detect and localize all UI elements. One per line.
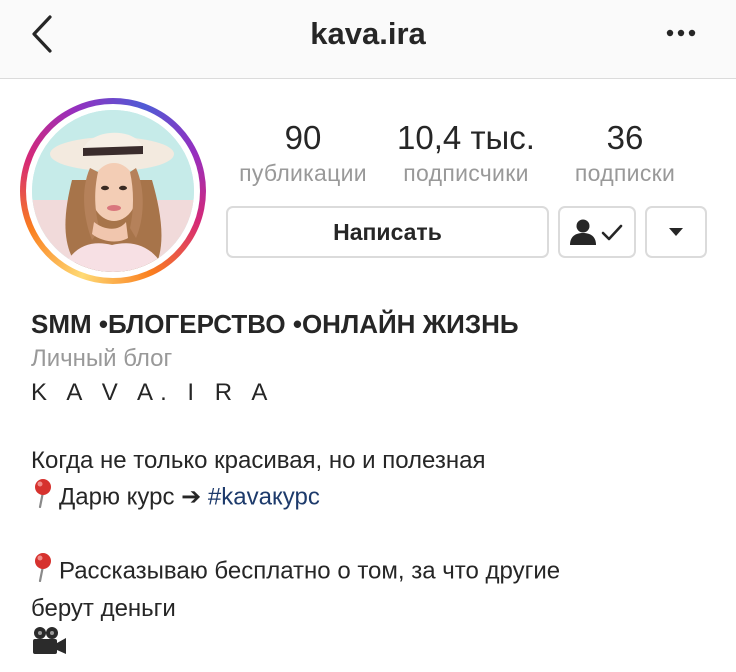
bio-line-3: Рассказываю бесплатно о том, за что друг… (31, 552, 721, 592)
profile-category: Личный блог (31, 345, 173, 372)
bio-line-4: берут деньги (31, 595, 176, 622)
bio-line-3-text: Рассказываю бесплатно о том, за что друг… (59, 557, 561, 585)
avatar[interactable] (32, 110, 194, 272)
posts-stat[interactable]: 90 публикации (228, 118, 378, 188)
message-button[interactable]: Написать (226, 206, 549, 258)
bio-brand: K A V A. I R A (31, 379, 275, 406)
bio-line-5 (31, 626, 721, 668)
pushpin-icon (31, 478, 55, 518)
followers-label: подписчики (403, 160, 529, 186)
triangle-down-icon (669, 228, 683, 236)
more-options-button[interactable] (664, 18, 698, 48)
avatar-ring-gap (26, 104, 200, 278)
followers-stat[interactable]: 10,4 тыс. подписчики (386, 118, 546, 188)
bio-line-1: Когда не только красивая, но и полезная (31, 447, 486, 474)
top-bar: kava.ira (0, 0, 736, 79)
following-stat[interactable]: 36 подписки (560, 118, 690, 188)
hashtag-link[interactable]: #kavaкурс (208, 483, 320, 510)
arrow-glyph: ➔ (181, 483, 202, 511)
profile-avatar (32, 110, 194, 272)
posts-count: 90 (284, 119, 322, 156)
following-label: подписки (574, 160, 676, 186)
person-check-icon (570, 219, 623, 245)
more-dots-icon (666, 29, 696, 37)
bio-line-2: Дарю курс ➔ #kavaкурс (31, 478, 721, 518)
followers-count: 10,4 тыс. (397, 119, 535, 156)
following-count: 36 (606, 119, 644, 156)
posts-label: публикации (239, 160, 367, 186)
movie-camera-icon (31, 626, 67, 668)
bio-section: SMM •БЛОГЕРСТВО •ОНЛАЙН ЖИЗНЬ Личный бло… (31, 306, 721, 668)
suggestions-dropdown-button[interactable] (645, 206, 707, 258)
page-title: kava.ira (310, 16, 426, 51)
following-button[interactable] (558, 206, 636, 258)
bio-spacer (31, 518, 721, 552)
pushpin-icon (31, 552, 55, 592)
profile-stats: 90 публикации 10,4 тыс. подписчики 36 по… (228, 118, 708, 198)
story-ring[interactable] (20, 98, 206, 284)
bio-spacer (31, 410, 721, 444)
profile-name: SMM •БЛОГЕРСТВО •ОНЛАЙН ЖИЗНЬ (31, 309, 519, 339)
gift-course-text: Дарю курс (59, 483, 175, 511)
